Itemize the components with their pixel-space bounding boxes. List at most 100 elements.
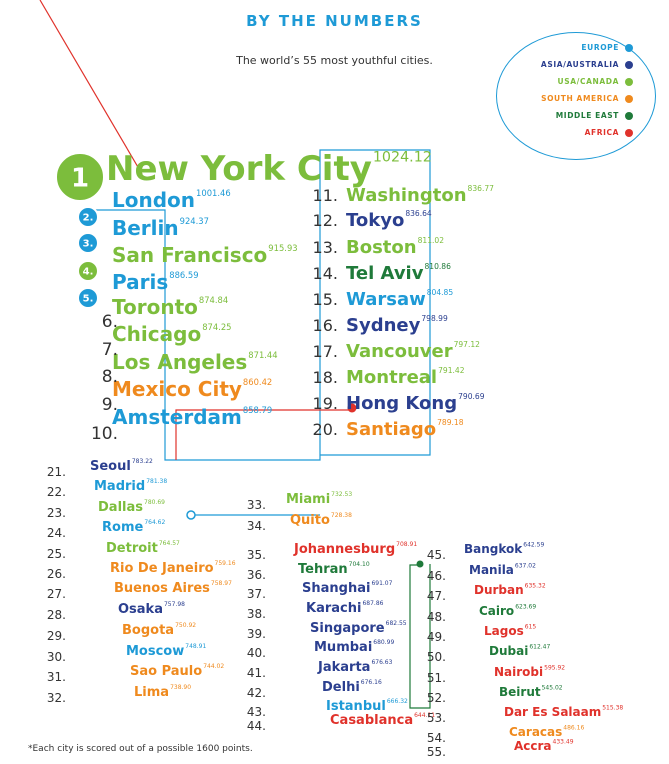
score-label: 515.38 (602, 704, 623, 711)
legend-label: USA/CANADA (557, 77, 619, 86)
score-label: 676.63 (371, 659, 392, 666)
score-label: 595.92 (544, 664, 565, 671)
rank-number: 31. (47, 670, 66, 684)
score-label: 874.25 (202, 322, 231, 332)
city-label: Chicago (112, 322, 201, 346)
city-label: Vancouver (346, 341, 453, 362)
city-label: Delhi (322, 680, 360, 695)
score-label: 545.02 (542, 684, 563, 691)
rank-number: 7. (102, 340, 118, 360)
city-label: Buenos Aires (114, 581, 210, 596)
rank-number: 53. (427, 711, 446, 725)
score-label: 860.42 (243, 377, 272, 387)
rank-number: 25. (47, 547, 66, 561)
score-label: 486.16 (563, 724, 584, 731)
rank-number: 15. (313, 290, 338, 309)
rank-number: 50. (427, 650, 446, 664)
score-label: 708.91 (396, 541, 417, 548)
city-label: Montreal (346, 367, 437, 388)
rank-number: 21. (47, 465, 66, 479)
city-label: Detroit (106, 541, 158, 556)
city-label: Mumbai (314, 640, 372, 655)
rank-number: 23. (47, 506, 66, 520)
rank-number: 35. (247, 548, 266, 562)
rank-number: 30. (47, 650, 66, 664)
rank-badge-label: 1 (71, 163, 89, 193)
score-label: 790.69 (458, 392, 485, 401)
city-label: Quito (290, 513, 330, 528)
rank-number: 47. (427, 589, 446, 603)
city-label: Bogota (122, 623, 174, 638)
city-label: Johannesburg (293, 542, 395, 557)
score-label: 836.77 (468, 184, 495, 193)
rank-number: 38. (247, 607, 266, 621)
rank-number: 34. (247, 519, 266, 533)
rank-number: 18. (313, 368, 338, 387)
score-label: 783.22 (132, 458, 153, 465)
score-label: 728.38 (331, 512, 352, 519)
city-label: Dubai (489, 644, 528, 658)
score-label: 757.98 (164, 601, 185, 608)
city-label: London (112, 188, 195, 212)
city-label: Paris (112, 270, 168, 294)
score-label: 1024.12 (373, 149, 432, 165)
city-label: Lima (134, 685, 169, 700)
rank-number: 29. (47, 629, 66, 643)
legend-item: SOUTH AMERICA (541, 94, 633, 103)
rank-number: 52. (427, 691, 446, 705)
rank-number: 11. (313, 186, 338, 205)
rank-number: 48. (427, 610, 446, 624)
legend-item: MIDDLE EAST (556, 111, 633, 120)
connector-dot (416, 560, 424, 568)
score-label: 764.62 (144, 519, 165, 526)
rank-number: 51. (427, 671, 446, 685)
city-label: Berlin (112, 216, 179, 240)
score-label: 836.64 (405, 209, 432, 218)
city-label: Tel Aviv (346, 263, 424, 284)
rank-number: 22. (47, 485, 66, 499)
city-label: Osaka (118, 602, 163, 617)
score-label: 810.86 (424, 262, 451, 271)
city-label: Moscow (126, 644, 184, 659)
footnote: *Each city is scored out of a possible 1… (28, 744, 253, 754)
city-label: Tokyo (346, 210, 404, 231)
city-label: Santiago (346, 419, 436, 440)
rank-number: 28. (47, 608, 66, 622)
city-label: Toronto (112, 295, 198, 319)
city-label: Accra (514, 739, 552, 753)
rank-number: 32. (47, 691, 66, 705)
city-label: Amsterdam (112, 405, 242, 429)
legend-label: MIDDLE EAST (555, 111, 619, 120)
rank-number: 12. (313, 211, 338, 230)
rank-number: 55. (427, 745, 446, 759)
city-label: Nairobi (494, 665, 543, 679)
city-label: Sydney (346, 315, 421, 336)
rank-number: 16. (313, 316, 338, 335)
score-label: 1001.46 (196, 188, 231, 198)
score-label: 433.49 (553, 738, 574, 745)
city-label: Manila (469, 563, 514, 577)
rank-number: 45. (427, 548, 446, 562)
score-label: 874.84 (199, 295, 228, 305)
score-label: 744.02 (203, 663, 224, 670)
score-label: 680.99 (373, 639, 394, 646)
score-label: 811.02 (418, 236, 445, 245)
rank-number: 26. (47, 567, 66, 581)
score-label: 798.99 (421, 314, 448, 323)
rank-number: 10. (91, 424, 118, 444)
score-label: 615 (525, 623, 537, 630)
city-label: Washington (346, 185, 467, 206)
rank-number: 27. (47, 587, 66, 601)
score-label: 682.55 (386, 620, 407, 627)
rank-number: 9. (102, 395, 118, 415)
rank-number: 24. (47, 526, 66, 540)
legend-item: EUROPE (581, 43, 633, 52)
city-label: New York City (106, 149, 372, 189)
score-label: 691.07 (371, 580, 392, 587)
score-label: 759.16 (215, 560, 236, 567)
score-label: 789.18 (437, 418, 464, 427)
rank-number: 54. (427, 731, 446, 745)
score-label: 791.42 (438, 366, 465, 375)
rank-number: 14. (313, 264, 338, 283)
city-label: Boston (346, 237, 417, 258)
